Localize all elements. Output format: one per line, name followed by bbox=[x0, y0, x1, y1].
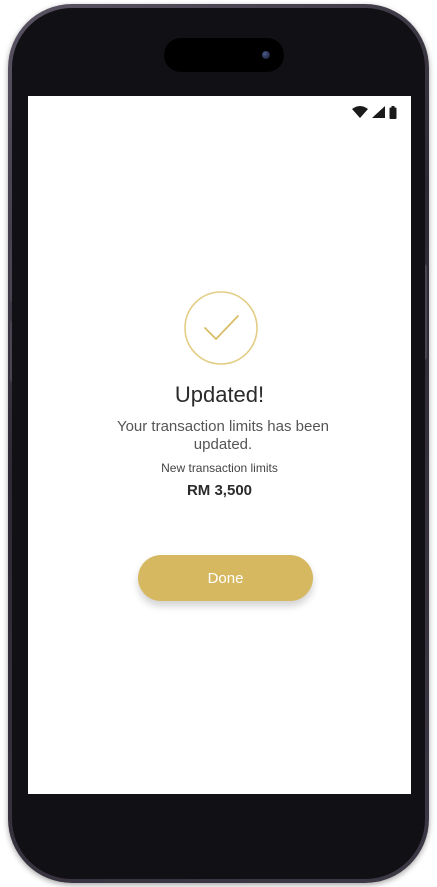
limit-value: RM 3,500 bbox=[186, 482, 253, 499]
page-title: Updated! bbox=[174, 382, 265, 407]
success-message: Your transaction limits has been updated… bbox=[116, 418, 330, 453]
limit-label: New transaction limits bbox=[161, 461, 278, 475]
app-screen: Updated! Your transaction limits has bee… bbox=[28, 96, 411, 794]
stage: Updated! Your transaction limits has bee… bbox=[0, 0, 437, 887]
done-button[interactable]: Done bbox=[138, 555, 313, 601]
front-camera bbox=[262, 51, 270, 59]
confirmation-panel: Updated! Your transaction limits has bee… bbox=[28, 96, 411, 794]
checkmark-circle-icon bbox=[183, 290, 259, 366]
